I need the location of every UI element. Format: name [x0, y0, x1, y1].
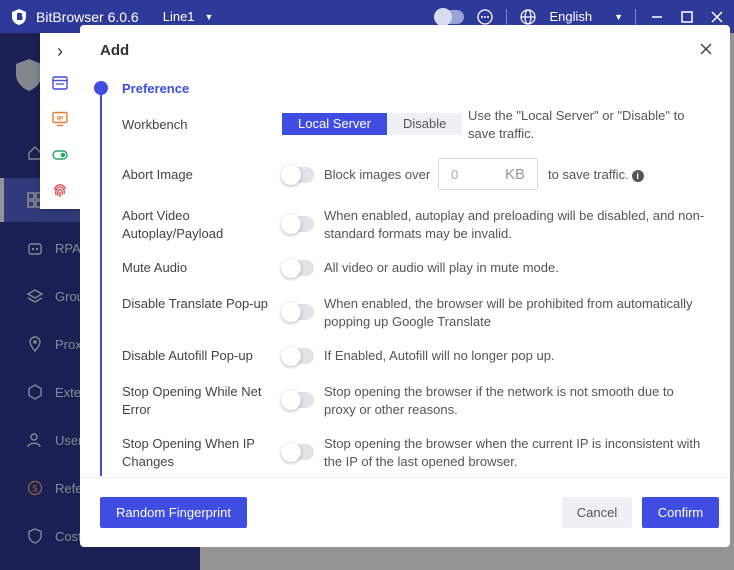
add-profile-dialog: Add Preference Workbench Local Server Di…	[80, 25, 730, 547]
abort-image-label: Abort Image	[122, 167, 193, 182]
ip-monitor-icon: IP	[52, 111, 68, 127]
globe-icon[interactable]	[519, 8, 537, 26]
dialog-title: Add	[100, 42, 130, 59]
stop-net-error-description: Stop opening the browser if the network …	[324, 384, 674, 417]
disable-autofill-toggle[interactable]	[281, 346, 314, 366]
maximize-icon[interactable]	[678, 8, 696, 26]
abort-image-suffix: to save traffic.	[548, 167, 629, 182]
app-title: BitBrowser 6.0.6	[36, 8, 139, 25]
theme-toggle[interactable]	[434, 7, 465, 26]
image-size-input[interactable]: 0 KB	[438, 158, 538, 190]
confirm-button[interactable]: Confirm	[642, 497, 719, 528]
workbench-segmented-control: Local Server Disable	[282, 113, 463, 135]
disable-translate-label: Disable Translate Pop-up	[122, 296, 268, 311]
chevron-down-icon[interactable]: ▼	[614, 12, 623, 22]
workbench-description: Use the "Local Server" or "Disable" to s…	[468, 108, 685, 141]
stop-ip-changes-label: Stop Opening When IP Changes	[122, 436, 255, 469]
line-selector[interactable]: Line1	[163, 9, 195, 24]
abort-video-toggle[interactable]	[281, 214, 314, 234]
browser-window-icon	[52, 76, 68, 90]
timeline-dot	[94, 81, 108, 95]
info-icon[interactable]: i	[631, 169, 644, 182]
quick-menu-toggle[interactable]	[40, 137, 80, 173]
mute-audio-label: Mute Audio	[122, 260, 188, 275]
quick-menu-ip[interactable]: IP	[40, 101, 80, 137]
disable-translate-toggle[interactable]	[281, 302, 314, 322]
mute-audio-toggle[interactable]	[281, 258, 314, 278]
abort-video-label: Abort Video Autoplay/Payload	[122, 208, 224, 241]
expand-button[interactable]: ›	[40, 33, 80, 69]
cancel-button[interactable]: Cancel	[562, 497, 632, 528]
workbench-label: Workbench	[122, 117, 188, 132]
abort-image-prefix: Block images over	[324, 167, 431, 182]
disable-translate-description: When enabled, the browser will be prohib…	[324, 296, 693, 329]
support-icon[interactable]	[476, 8, 494, 26]
quick-menu-browser[interactable]	[40, 65, 80, 101]
close-icon[interactable]	[699, 42, 713, 56]
random-fingerprint-button[interactable]: Random Fingerprint	[100, 497, 247, 528]
stop-ip-changes-toggle[interactable]	[281, 442, 314, 462]
quick-menu-fingerprint[interactable]	[40, 173, 80, 209]
toggle-switch-icon	[52, 150, 68, 160]
abort-image-suffix-line: to save traffic. i	[548, 166, 668, 184]
bitbrowser-logo-icon	[12, 8, 26, 25]
workbench-option-local-server[interactable]: Local Server	[282, 113, 387, 135]
abort-video-description: When enabled, autoplay and preloading wi…	[324, 208, 705, 241]
stop-net-error-label: Stop Opening While Net Error	[122, 384, 262, 417]
unit-label: KB	[504, 165, 525, 183]
divider	[506, 8, 508, 25]
divider	[635, 8, 636, 25]
mute-audio-description: All video or audio will play in mute mod…	[324, 260, 559, 275]
chevron-down-icon[interactable]: ▼	[205, 12, 214, 22]
image-size-value: 0	[451, 166, 459, 182]
timeline-rail	[100, 88, 102, 476]
minimize-icon[interactable]	[648, 8, 666, 26]
disable-autofill-label: Disable Autofill Pop-up	[122, 348, 253, 363]
stop-ip-changes-description: Stop opening the browser when the curren…	[324, 436, 701, 469]
language-selector[interactable]: English	[549, 9, 592, 24]
section-title-preference: Preference	[122, 81, 190, 96]
stop-net-error-toggle[interactable]	[281, 390, 314, 410]
workbench-option-disable[interactable]: Disable	[386, 113, 463, 135]
quick-menu: › IP	[40, 33, 80, 209]
disable-autofill-description: If Enabled, Autofill will no longer pop …	[324, 348, 555, 363]
footer-divider	[80, 477, 730, 478]
chevron-right-icon: ›	[57, 40, 63, 61]
fingerprint-icon	[53, 184, 67, 197]
abort-image-toggle[interactable]	[281, 165, 314, 185]
close-window-icon[interactable]	[708, 8, 726, 26]
svg-text:IP: IP	[57, 116, 64, 123]
